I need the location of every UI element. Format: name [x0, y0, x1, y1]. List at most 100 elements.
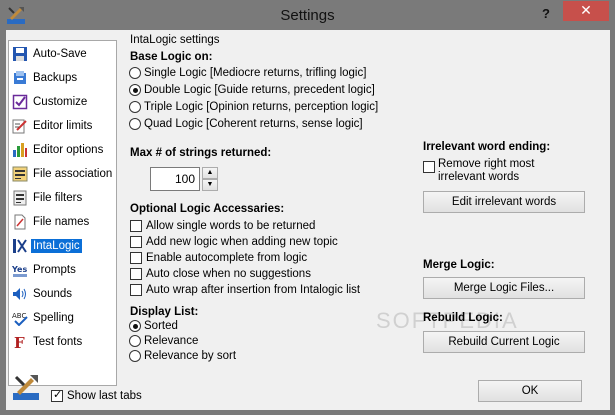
- radio-relevance[interactable]: Relevance: [129, 335, 198, 347]
- sidebar-item-file-names[interactable]: File names: [12, 211, 112, 233]
- floppy-icon: [13, 47, 27, 61]
- radio-label: Quad Logic [Coherent returns, sense logi…: [144, 118, 363, 130]
- spin-down-button[interactable]: ▼: [202, 179, 218, 191]
- tools-icon: [13, 375, 39, 400]
- sidebar-item-label: Auto-Save: [33, 48, 87, 60]
- sidebar-item-file-association[interactable]: File association: [12, 163, 112, 185]
- backup-icon: [14, 71, 26, 84]
- sidebar-item-label: File association: [33, 168, 113, 180]
- checkbox[interactable]: [130, 268, 142, 280]
- sidebar-item-label: File names: [33, 216, 90, 228]
- title-bar[interactable]: Settings ? ✕: [0, 0, 615, 30]
- radio-sorted[interactable]: Sorted: [129, 320, 178, 332]
- checkbox[interactable]: [130, 236, 142, 248]
- rebuild-logic-label: Rebuild Logic:: [423, 312, 503, 324]
- rebuild-current-logic-button[interactable]: Rebuild Current Logic: [423, 331, 585, 353]
- sidebar-item-prompts[interactable]: Yes Prompts: [12, 259, 112, 281]
- prompts-icon: Yes: [12, 265, 27, 277]
- radio-label: Relevance by sort: [144, 350, 237, 362]
- base-logic-label: Base Logic on:: [130, 51, 213, 63]
- spin-up-button[interactable]: ▲: [202, 167, 218, 179]
- radio-button[interactable]: [129, 118, 141, 130]
- sidebar-item-label: File filters: [33, 192, 83, 204]
- sidebar-item-label: Test fonts: [33, 336, 83, 348]
- sidebar-item-label: Backups: [33, 72, 78, 84]
- checkbox-auto-close[interactable]: Auto close when no suggestions: [130, 268, 311, 280]
- irrelevant-label: Irrelevant word ending:: [423, 141, 551, 153]
- show-last-tabs-option[interactable]: Show last tabs: [51, 388, 142, 402]
- sidebar-item-file-filters[interactable]: File filters: [12, 187, 112, 209]
- radio-label: Sorted: [144, 320, 178, 332]
- help-button[interactable]: ?: [542, 6, 550, 21]
- display-list-label: Display List:: [130, 306, 199, 318]
- radio-quad-logic[interactable]: Quad Logic [Coherent returns, sense logi…: [129, 118, 363, 130]
- radio-button[interactable]: [129, 101, 141, 113]
- radio-triple-logic[interactable]: Triple Logic [Opinion returns, perceptio…: [129, 101, 378, 113]
- speaker-icon: [13, 288, 26, 300]
- file-association-icon: [12, 166, 28, 182]
- sidebar-item-spelling[interactable]: ABC Spelling: [12, 307, 112, 329]
- checkbox-icon: [12, 94, 28, 110]
- ok-button[interactable]: OK: [478, 380, 582, 402]
- radio-label: Single Logic [Mediocre returns, trifling…: [144, 67, 367, 79]
- sidebar-item-editor-options[interactable]: Editor options: [12, 139, 112, 161]
- max-strings-stepper[interactable]: 100 ▲ ▼: [150, 167, 218, 191]
- checkbox[interactable]: [130, 252, 142, 264]
- checkbox-add-new-logic[interactable]: Add new logic when adding new topic: [130, 236, 338, 248]
- remove-irrelevant-checkbox[interactable]: [423, 161, 435, 173]
- sidebar-item-label: Editor options: [33, 144, 104, 156]
- checkbox-auto-wrap[interactable]: Auto wrap after insertion from Intalogic…: [130, 284, 360, 296]
- remove-irrelevant-line2: irrelevant words: [438, 171, 520, 183]
- show-last-tabs-checkbox[interactable]: [51, 388, 63, 402]
- window-title: Settings: [280, 7, 335, 24]
- edit-limits-icon: [12, 119, 27, 134]
- radio-double-logic[interactable]: Double Logic [Guide returns, precedent l…: [129, 84, 375, 96]
- sidebar-item-test-fonts[interactable]: F Test fonts: [12, 331, 112, 353]
- file-filter-icon: [13, 190, 27, 206]
- sidebar-item-label: IntaLogic: [31, 239, 82, 253]
- sidebar-item-intalogic[interactable]: IntaLogic: [12, 235, 112, 257]
- sidebar-item-auto-save[interactable]: Auto-Save: [12, 43, 112, 65]
- edit-irrelevant-words-button[interactable]: Edit irrelevant words: [423, 191, 585, 213]
- radio-button[interactable]: [129, 67, 141, 79]
- merge-logic-files-button[interactable]: Merge Logic Files...: [423, 277, 585, 299]
- checkbox-enable-autocomplete[interactable]: Enable autocomplete from logic: [130, 252, 307, 264]
- radio-button[interactable]: [129, 335, 141, 347]
- radio-label: Triple Logic [Opinion returns, perceptio…: [144, 101, 379, 113]
- sidebar-item-label: Customize: [33, 96, 88, 108]
- max-strings-label: Max # of strings returned:: [130, 147, 272, 159]
- file-names-icon: [14, 214, 26, 230]
- radio-button[interactable]: [129, 350, 141, 362]
- accessaries-label: Optional Logic Accessaries:: [130, 203, 285, 215]
- sidebar-item-customize[interactable]: Customize: [12, 91, 112, 113]
- remove-irrelevant-line1: Remove right most: [438, 158, 535, 170]
- sidebar-item-sounds[interactable]: Sounds: [12, 283, 112, 305]
- checkbox[interactable]: [130, 220, 142, 232]
- dialog-client: Auto-Save Backups Customize Editor limit…: [6, 30, 610, 410]
- spelling-icon: ABC: [12, 312, 28, 326]
- max-strings-input[interactable]: 100: [150, 167, 200, 191]
- radio-single-logic[interactable]: Single Logic [Mediocre returns, trifling…: [129, 67, 366, 79]
- checkbox-allow-single-words[interactable]: Allow single words to be returned: [130, 220, 315, 232]
- settings-window: Settings ? ✕ Auto-Save Backups Customize…: [0, 0, 615, 415]
- radio-button[interactable]: [129, 320, 141, 332]
- checkbox-label: Auto close when no suggestions: [146, 268, 311, 280]
- radio-label: Double Logic [Guide returns, precedent l…: [144, 84, 375, 96]
- checkbox[interactable]: [130, 284, 142, 296]
- radio-button[interactable]: [129, 84, 141, 96]
- font-icon: F: [14, 334, 25, 350]
- sidebar-item-editor-limits[interactable]: Editor limits: [12, 115, 112, 137]
- remove-irrelevant-label: Remove right most irrelevant words: [438, 158, 568, 184]
- svg-text:Yes: Yes: [12, 265, 27, 274]
- close-button[interactable]: ✕: [563, 1, 609, 21]
- checkbox-label: Enable autocomplete from logic: [146, 252, 308, 264]
- settings-category-list[interactable]: Auto-Save Backups Customize Editor limit…: [8, 40, 117, 386]
- radio-relevance-by-sort[interactable]: Relevance by sort: [129, 350, 236, 362]
- sidebar-item-backups[interactable]: Backups: [12, 67, 112, 89]
- radio-label: Relevance: [144, 335, 199, 347]
- checkbox-label: Auto wrap after insertion from Intalogic…: [146, 284, 361, 296]
- svg-text:F: F: [14, 334, 25, 350]
- intalogic-icon: [13, 239, 27, 253]
- checkbox-label: Allow single words to be returned: [146, 220, 316, 232]
- merge-logic-label: Merge Logic:: [423, 259, 495, 271]
